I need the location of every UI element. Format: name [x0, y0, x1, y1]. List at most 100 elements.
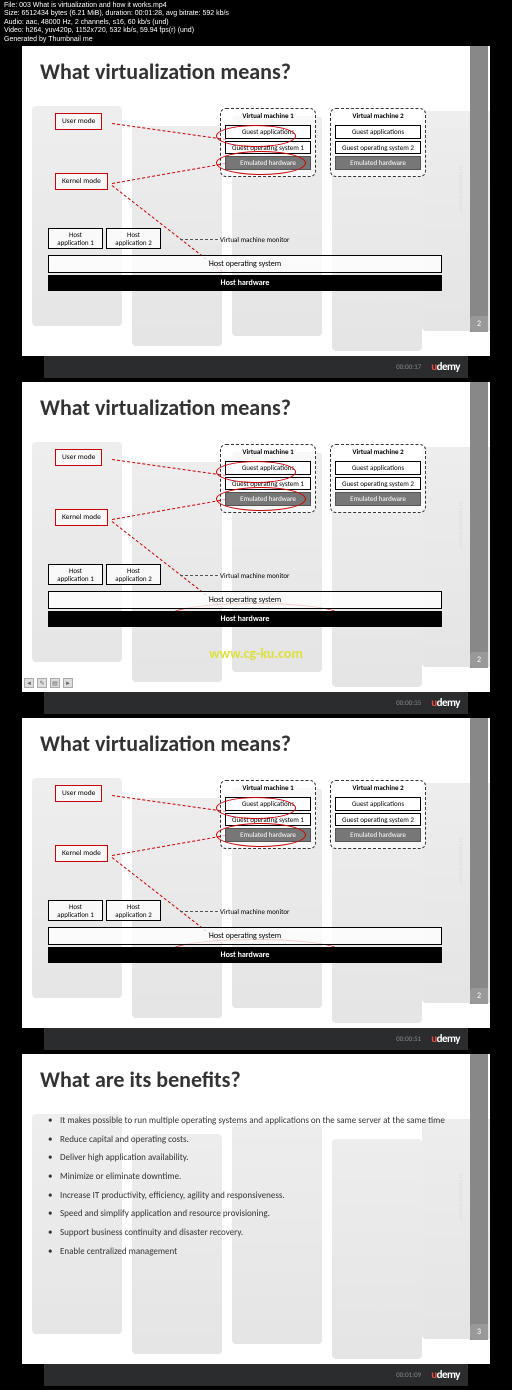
timestamp: 00:00:17	[396, 362, 421, 371]
emulated-hw-box: Emulated hardware	[335, 492, 421, 506]
guest-apps-box: Guest applications	[335, 461, 421, 475]
benefits-list: It makes possible to run multiple operat…	[40, 1115, 472, 1258]
vm1-label: Virtual machine 1	[221, 783, 315, 792]
host-apps-row: Host application 1 Host application 2	[48, 900, 161, 921]
host-os-box: Host operating system	[48, 255, 442, 273]
connector-line	[112, 123, 226, 140]
vmm-label: Virtual machine monitor	[220, 571, 290, 580]
benefit-item: It makes possible to run multiple operat…	[48, 1115, 464, 1127]
guest-os2-box: Guest operating system 2	[335, 477, 421, 491]
thumbnail-footer: 00:00:17 udemy	[44, 356, 468, 378]
host-hw-box: Host hardware	[48, 275, 442, 291]
virtualization-diagram: User mode Kernel mode Virtual machine 1 …	[40, 103, 472, 303]
slide: What are its benefits? It makes possible…	[22, 1054, 490, 1364]
udemy-logo: udemy	[431, 1032, 460, 1045]
host-app-2: Host application 2	[106, 900, 161, 921]
connector-line	[112, 795, 226, 812]
emulated-hw-box: Emulated hardware	[225, 492, 311, 506]
guest-apps-box: Guest applications	[225, 125, 311, 139]
guest-apps-box: Guest applications	[335, 797, 421, 811]
emulated-hw-box: Emulated hardware	[225, 828, 311, 842]
vm1-label: Virtual machine 1	[221, 111, 315, 120]
meta-line: Audio: aac, 48000 Hz, 2 channels, s16, 6…	[4, 19, 508, 27]
timestamp: 00:00:35	[396, 698, 421, 707]
guest-os1-box: Guest operating system 1	[225, 477, 311, 491]
kernel-mode-box: Kernel mode	[55, 509, 108, 526]
thumbnail-footer: 00:00:51 udemy	[44, 1028, 468, 1050]
host-app-1: Host application 1	[48, 900, 103, 921]
host-os-box: Host operating system	[48, 927, 442, 945]
vm2-label: Virtual machine 2	[331, 111, 425, 120]
host-app-2: Host application 2	[106, 564, 161, 585]
vm2-container: Virtual machine 2 Guest applications Gue…	[330, 108, 426, 177]
meta-line: Video: h264, yuv420p, 1152x720, 532 kb/s…	[4, 27, 508, 35]
vm2-container: Virtual machine 2 Guest applications Gue…	[330, 780, 426, 849]
thumbnail-footer: 00:00:35 udemy	[44, 692, 468, 714]
benefit-item: Support business continuity and disaster…	[48, 1227, 464, 1239]
user-mode-box: User mode	[55, 449, 102, 466]
slide-title: What virtualization means?	[40, 730, 472, 757]
guest-os1-box: Guest operating system 1	[225, 141, 311, 155]
emulated-hw-box: Emulated hardware	[225, 156, 311, 170]
slide: What virtualization means? User mode Ker…	[22, 382, 490, 692]
udemy-logo: udemy	[431, 1368, 460, 1381]
user-mode-box: User mode	[55, 113, 102, 130]
thumbnail-2: What virtualization means? User mode Ker…	[0, 382, 512, 714]
benefit-item: Increase IT productivity, efficiency, ag…	[48, 1190, 464, 1202]
host-os-box: Host operating system	[48, 591, 442, 609]
guest-os2-box: Guest operating system 2	[335, 141, 421, 155]
meta-line: File: 003 What is virtualization and how…	[4, 2, 508, 10]
vm1-container: Virtual machine 1 Guest applications Gue…	[220, 780, 316, 849]
page-number: 2	[470, 652, 488, 668]
kernel-mode-box: Kernel mode	[55, 845, 108, 862]
guest-os1-box: Guest operating system 1	[225, 813, 311, 827]
slide-toolbar[interactable]: ◄ ✎ ▤ ►	[24, 678, 73, 688]
vmm-label: Virtual machine monitor	[220, 907, 290, 916]
connector-line	[112, 499, 225, 520]
host-app-1: Host application 1	[48, 564, 103, 585]
emulated-hw-box: Emulated hardware	[335, 156, 421, 170]
slide: What virtualization means? User mode Ker…	[22, 718, 490, 1028]
connector-line	[112, 163, 225, 184]
benefit-item: Reduce capital and operating costs.	[48, 1134, 464, 1146]
watermark: www.cg-ku.com	[209, 645, 303, 662]
user-mode-box: User mode	[55, 785, 102, 802]
pen-icon[interactable]: ✎	[37, 678, 47, 688]
emulated-hw-box: Emulated hardware	[335, 828, 421, 842]
thumbnail-footer: 00:01:09 udemy	[44, 1364, 468, 1386]
thumbnail-3: What virtualization means? User mode Ker…	[0, 718, 512, 1050]
slide: What virtualization means? User mode Ker…	[22, 46, 490, 356]
page-number: 3	[470, 1324, 488, 1340]
virtualization-diagram: User mode Kernel mode Virtual machine 1 …	[40, 439, 472, 639]
virtualization-diagram: User mode Kernel mode Virtual machine 1 …	[40, 775, 472, 975]
guest-apps-box: Guest applications	[225, 797, 311, 811]
page-number: 2	[470, 988, 488, 1004]
thumbnail-4: What are its benefits? It makes possible…	[0, 1054, 512, 1386]
next-icon[interactable]: ►	[63, 678, 73, 688]
file-metadata: File: 003 What is virtualization and how…	[0, 0, 512, 46]
host-app-2: Host application 2	[106, 228, 161, 249]
benefit-item: Enable centralized management	[48, 1246, 464, 1258]
benefit-item: Minimize or eliminate downtime.	[48, 1171, 464, 1183]
timestamp: 00:01:09	[396, 1370, 421, 1379]
menu-icon[interactable]: ▤	[50, 678, 60, 688]
host-apps-row: Host application 1 Host application 2	[48, 228, 161, 249]
guest-apps-box: Guest applications	[225, 461, 311, 475]
vm1-label: Virtual machine 1	[221, 447, 315, 456]
guest-apps-box: Guest applications	[335, 125, 421, 139]
page-number: 2	[470, 316, 488, 332]
timestamp: 00:00:51	[396, 1034, 421, 1043]
vmm-label: Virtual machine monitor	[220, 235, 290, 244]
guest-os2-box: Guest operating system 2	[335, 813, 421, 827]
slide-title: What virtualization means?	[40, 394, 472, 421]
host-hw-box: Host hardware	[48, 947, 442, 963]
prev-icon[interactable]: ◄	[24, 678, 34, 688]
meta-line: Size: 6512434 bytes (6.21 MiB), duration…	[4, 10, 508, 18]
host-apps-row: Host application 1 Host application 2	[48, 564, 161, 585]
udemy-logo: udemy	[431, 696, 460, 709]
slide-title: What are its benefits?	[40, 1066, 472, 1093]
vm1-container: Virtual machine 1 Guest applications Gue…	[220, 108, 316, 177]
udemy-logo: udemy	[431, 360, 460, 373]
meta-line: Generated by Thumbnail me	[4, 36, 508, 44]
connector-line	[112, 459, 226, 476]
